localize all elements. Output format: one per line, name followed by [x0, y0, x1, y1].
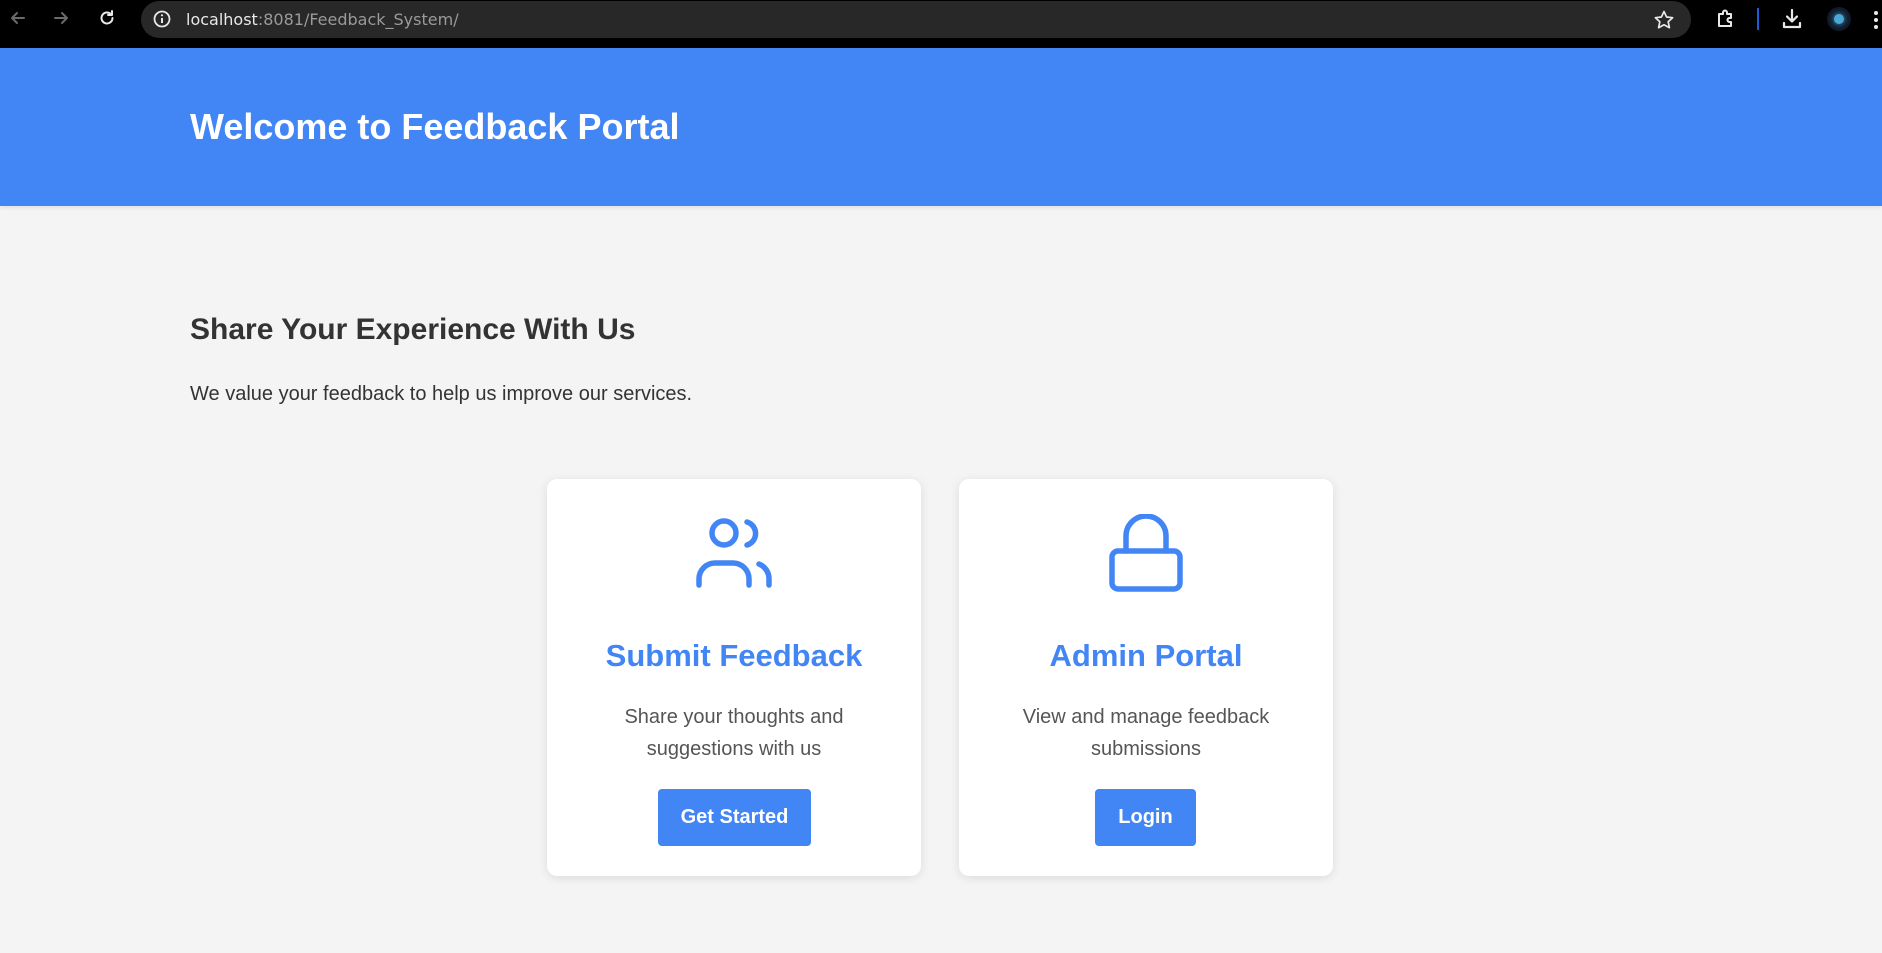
admin-portal-card: Admin Portal View and manage feedback su… [959, 479, 1333, 876]
submit-feedback-card: Submit Feedback Share your thoughts and … [547, 479, 921, 876]
get-started-button[interactable]: Get Started [658, 789, 811, 846]
reload-button[interactable] [93, 4, 121, 32]
bookmark-star-icon[interactable] [1653, 9, 1675, 31]
card-description: Share your thoughts and suggestions with… [624, 706, 844, 760]
page-header: Welcome to Feedback Portal [0, 48, 1882, 206]
section-subtitle: We value your feedback to help us improv… [190, 383, 693, 405]
site-info-icon[interactable] [152, 9, 172, 29]
page-title: Welcome to Feedback Portal [190, 106, 680, 147]
card-title: Submit Feedback [605, 638, 863, 673]
download-icon [1782, 8, 1802, 29]
profile-avatar[interactable] [1827, 7, 1851, 31]
back-arrow-icon [11, 12, 25, 24]
extensions-button[interactable] [1713, 6, 1739, 32]
users-icon [696, 518, 772, 588]
lock-icon [1109, 514, 1183, 592]
toolbar-divider [1757, 8, 1759, 30]
url-text[interactable]: localhost:8081/Feedback_System/ [186, 10, 459, 29]
more-menu-icon[interactable] [1870, 8, 1882, 32]
back-button[interactable] [4, 4, 32, 32]
login-button[interactable]: Login [1095, 789, 1196, 846]
address-bar[interactable]: localhost:8081/Feedback_System/ [141, 1, 1691, 38]
url-path: :8081/Feedback_System/ [257, 10, 459, 29]
reload-icon [100, 10, 114, 25]
card-description: View and manage feedback submissions [1022, 706, 1270, 760]
browser-toolbar: localhost:8081/Feedback_System/ [0, 0, 1882, 48]
card-title: Admin Portal [1049, 638, 1243, 673]
downloads-button[interactable] [1779, 6, 1805, 32]
section-title: Share Your Experience With Us [190, 313, 636, 346]
forward-button[interactable] [47, 4, 75, 32]
forward-arrow-icon [54, 12, 68, 24]
url-host: localhost [186, 10, 258, 29]
puzzle-icon [1718, 9, 1732, 27]
